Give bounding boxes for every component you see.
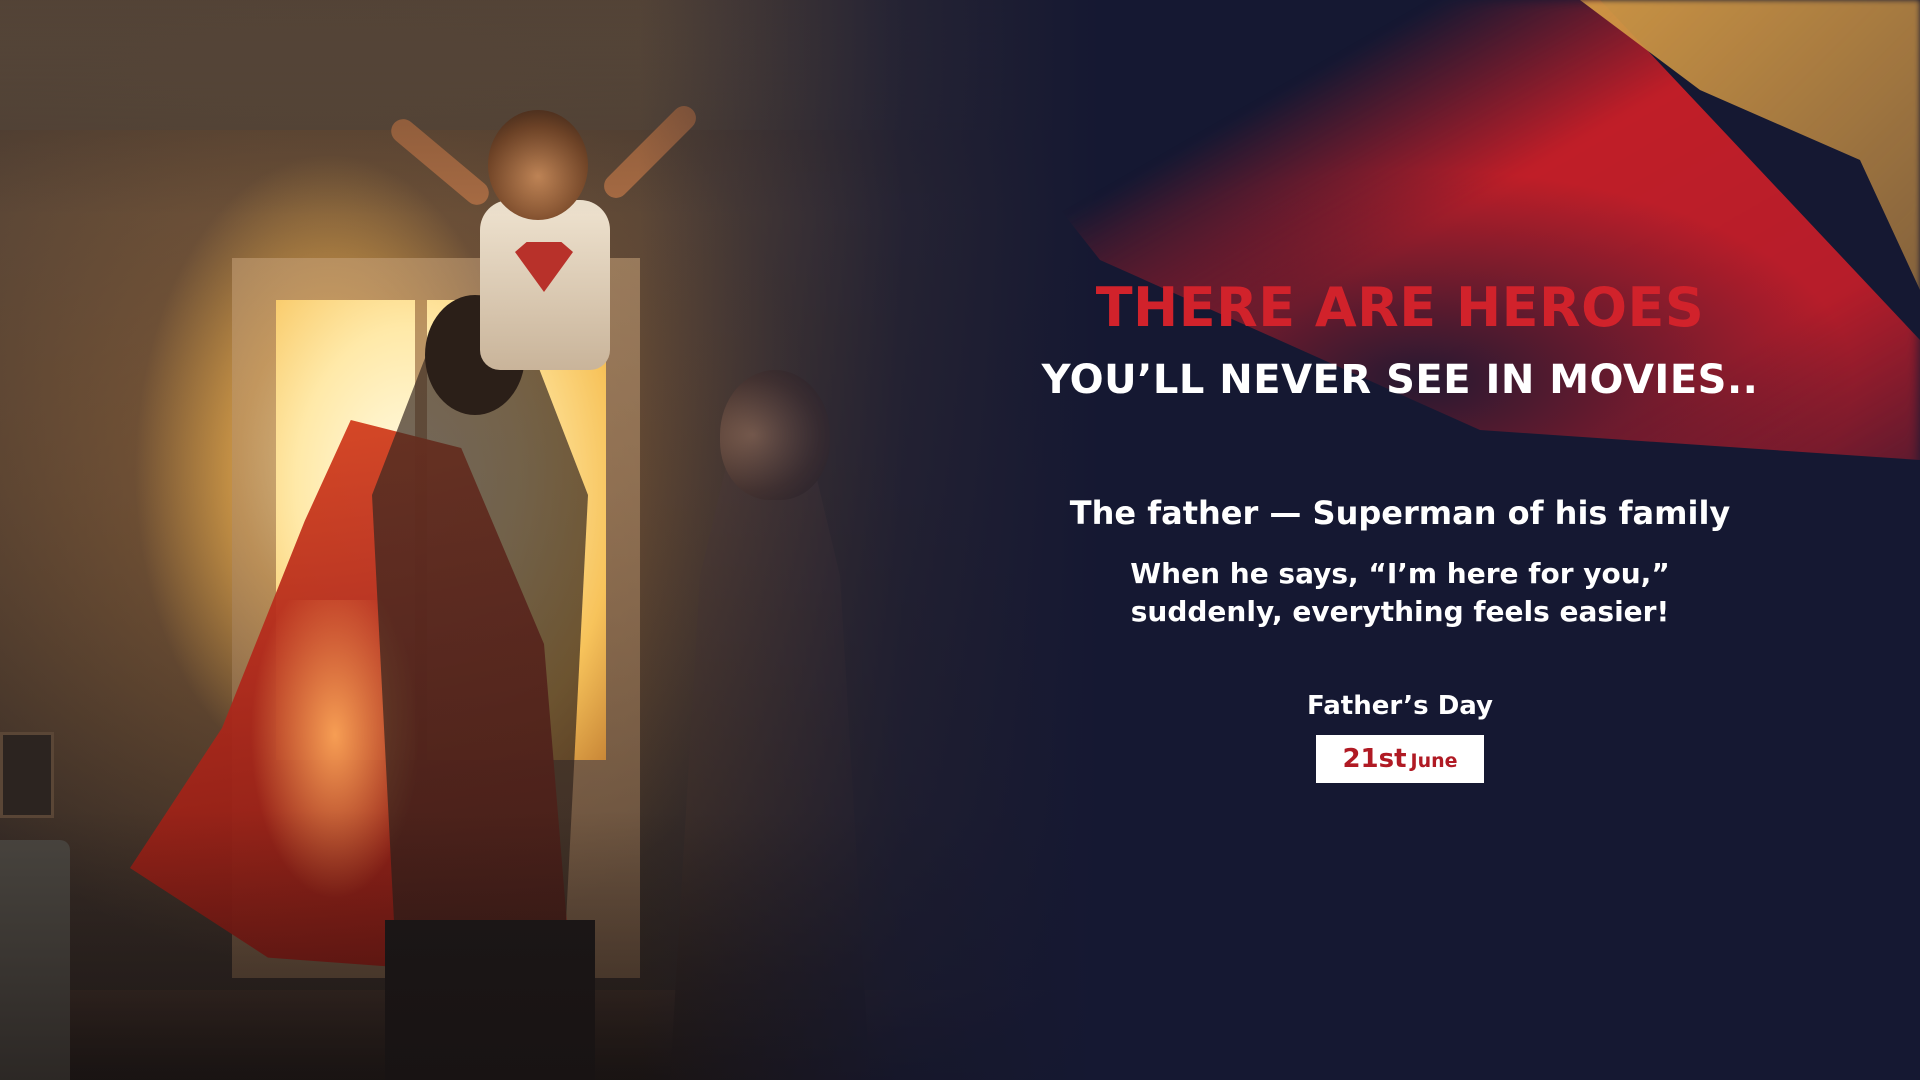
quote-line-1: When he says, “I’m here for you,” bbox=[1130, 557, 1670, 590]
date-day: 21st bbox=[1342, 744, 1407, 774]
subheadline: YOU’LL NEVER SEE IN MOVIES.. bbox=[1041, 357, 1759, 403]
message-block: THERE ARE HEROES YOU’LL NEVER SEE IN MOV… bbox=[1000, 270, 1800, 783]
quote-line-2: suddenly, everything feels easier! bbox=[1130, 595, 1670, 628]
occasion-label: Father’s Day bbox=[1307, 691, 1493, 721]
date-month: June bbox=[1410, 750, 1458, 772]
poster-canvas: THERE ARE HEROES YOU’LL NEVER SEE IN MOV… bbox=[0, 0, 1920, 1080]
headline: THERE ARE HEROES bbox=[1095, 276, 1705, 339]
quote: When he says, “I’m here for you,” sudden… bbox=[1000, 555, 1800, 631]
date-badge: 21st June bbox=[1316, 735, 1484, 783]
tagline: The father — Superman of his family bbox=[1069, 494, 1731, 532]
